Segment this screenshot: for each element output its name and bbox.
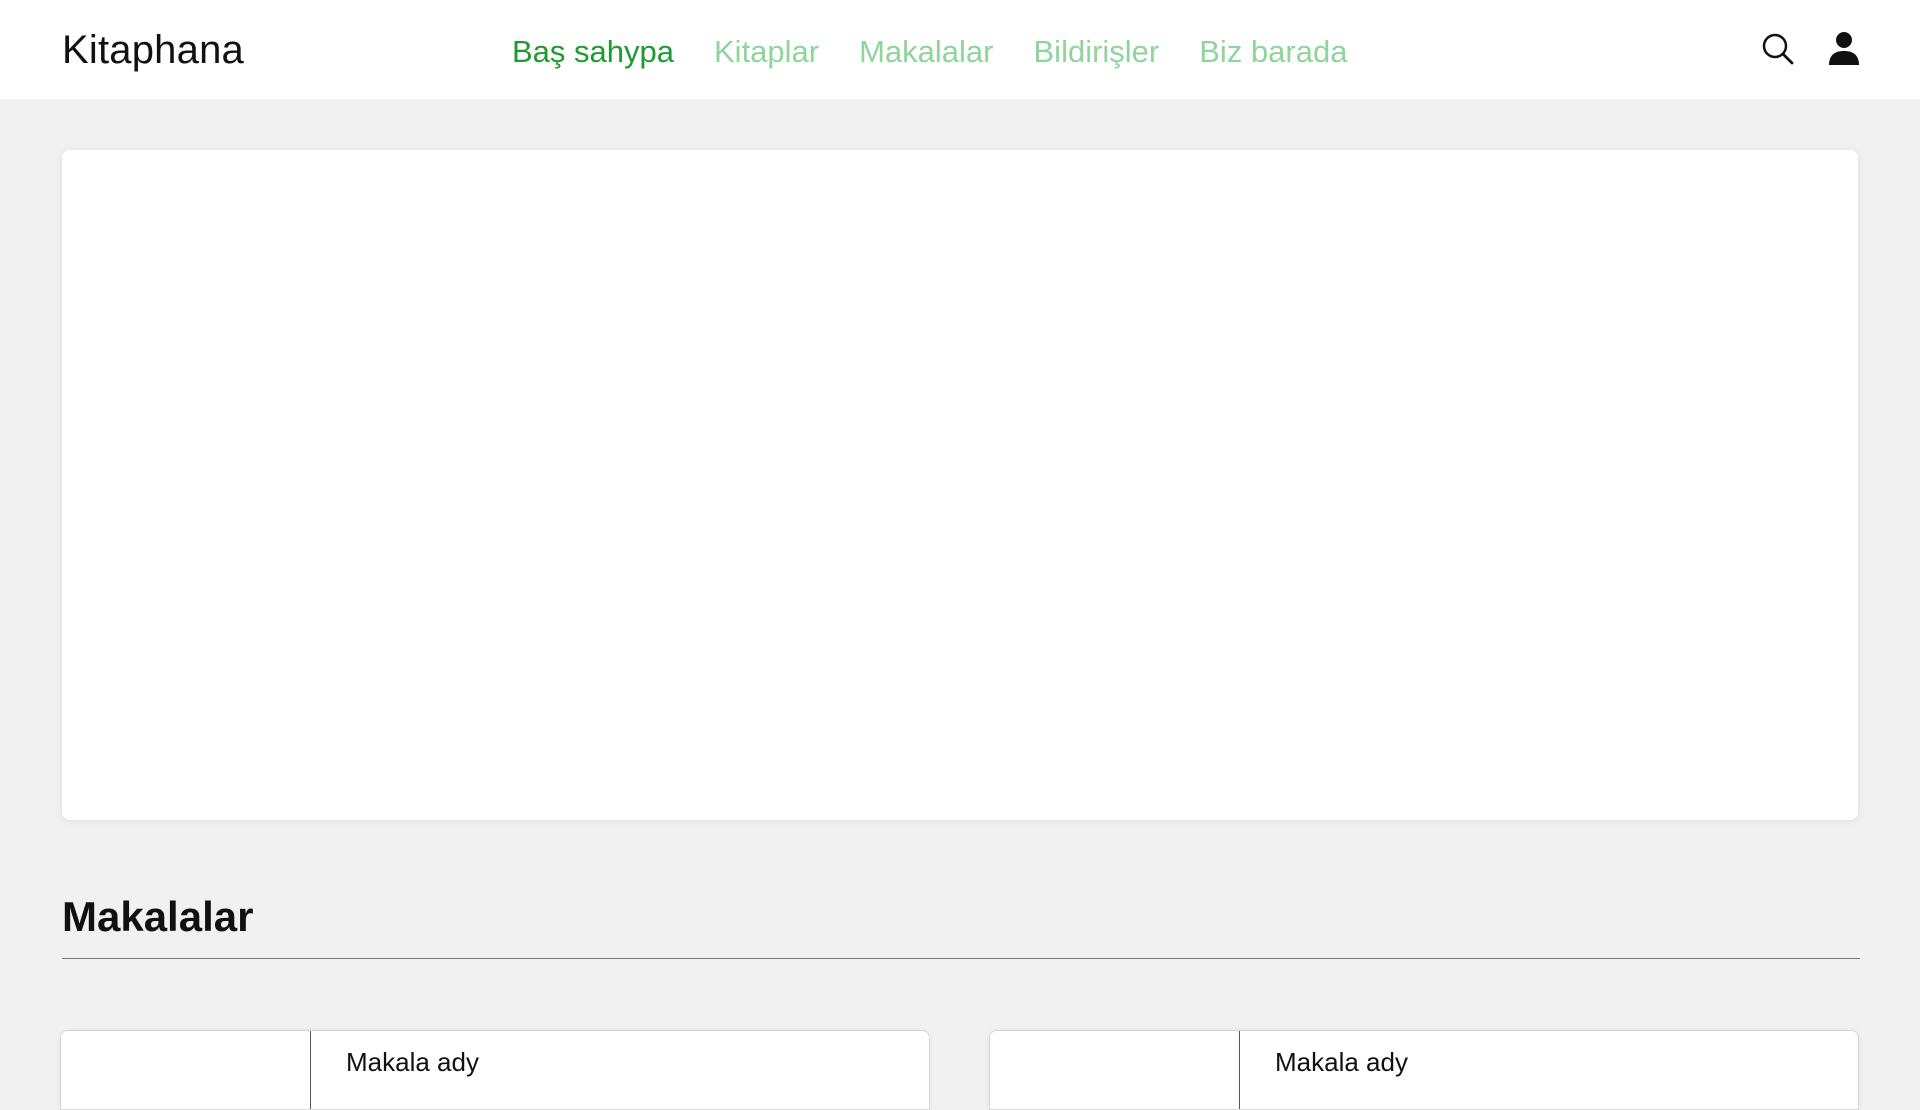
nav-item-about[interactable]: Biz barada (1199, 29, 1347, 75)
section-title-articles: Makalalar (62, 893, 254, 940)
user-icon[interactable] (1824, 29, 1864, 69)
main-navigation: Baş sahypa Kitaplar Makalalar Bildirişle… (512, 29, 1347, 75)
nav-item-home[interactable]: Baş sahypa (512, 29, 674, 75)
article-title: Makala ady (346, 1047, 479, 1077)
section-divider (62, 958, 1860, 959)
article-card[interactable]: Makala ady (989, 1030, 1859, 1110)
article-thumbnail (990, 1031, 1240, 1109)
top-navigation-bar: Kitaphana Baş sahypa Kitaplar Makalalar … (0, 0, 1920, 99)
site-logo-text[interactable]: Kitaphana (62, 22, 244, 78)
article-card[interactable]: Makala ady (60, 1030, 930, 1110)
hero-banner (62, 150, 1858, 820)
article-title: Makala ady (1275, 1047, 1408, 1077)
search-icon[interactable] (1758, 29, 1798, 69)
nav-item-articles[interactable]: Makalalar (859, 29, 993, 75)
nav-item-announcements[interactable]: Bildirişler (1034, 29, 1160, 75)
nav-item-books[interactable]: Kitaplar (714, 29, 819, 75)
article-thumbnail (61, 1031, 311, 1109)
